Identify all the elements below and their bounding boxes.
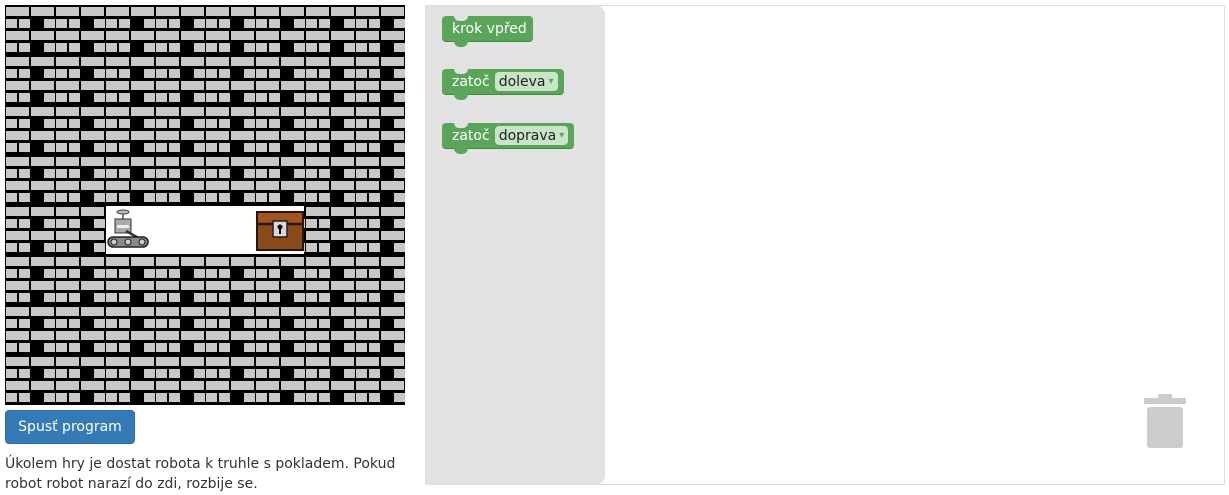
wall-tile (105, 155, 155, 205)
wall-tile (355, 255, 405, 305)
trash-icon[interactable] (1144, 394, 1186, 450)
block-move-forward[interactable]: krok vpřed (442, 16, 533, 47)
wall-tile (155, 155, 205, 205)
wall-tile (205, 355, 255, 405)
wall-tile (255, 305, 305, 355)
blockly-workspace[interactable]: krok vpřed zatoč doleva ▾ zatoč doprava … (425, 5, 1225, 485)
wall-tile (105, 55, 155, 105)
wall-tile (5, 255, 55, 305)
wall-tile (255, 5, 305, 55)
wall-tile (155, 355, 205, 405)
block-toolbox: krok vpřed zatoč doleva ▾ zatoč doprava … (426, 6, 605, 484)
wall-tile (105, 355, 155, 405)
wall-tile (105, 305, 155, 355)
wall-tile (355, 355, 405, 405)
wall-tile (55, 205, 105, 255)
chevron-down-icon: ▾ (559, 130, 565, 141)
run-program-button[interactable]: Spusť program (5, 410, 135, 444)
wall-tile (155, 255, 205, 305)
wall-tile (305, 255, 355, 305)
wall-tile (305, 55, 355, 105)
wall-tile (305, 5, 355, 55)
wall-tile (205, 5, 255, 55)
wall-tile (205, 105, 255, 155)
wall-tile (305, 155, 355, 205)
wall-tile (205, 55, 255, 105)
block-turn-right[interactable]: zatoč doprava ▾ (442, 123, 575, 154)
wall-tile (155, 305, 205, 355)
wall-tile (205, 255, 255, 305)
maze-board (5, 5, 405, 405)
wall-tile (355, 105, 405, 155)
wall-tile (5, 55, 55, 105)
block-label: zatoč (452, 73, 490, 90)
wall-tile (305, 205, 355, 255)
wall-tile (305, 355, 355, 405)
robot-icon (107, 209, 149, 248)
wall-tile (5, 105, 55, 155)
dropdown-value: doprava (498, 127, 557, 144)
wall-tile (305, 305, 355, 355)
block-label: krok vpřed (452, 20, 527, 37)
chevron-down-icon: ▾ (548, 76, 554, 87)
wall-tile (255, 155, 305, 205)
task-description: Úkolem hry je dostat robota k truhle s p… (5, 456, 396, 492)
wall-tile (355, 155, 405, 205)
wall-tile (255, 355, 305, 405)
wall-tile (55, 5, 105, 55)
wall-tile (55, 255, 105, 305)
wall-tile (55, 55, 105, 105)
direction-dropdown[interactable]: doleva ▾ (494, 72, 558, 91)
wall-tile (155, 5, 205, 55)
wall-tile (155, 105, 205, 155)
wall-tile (355, 55, 405, 105)
block-turn-left[interactable]: zatoč doleva ▾ (442, 69, 564, 100)
wall-tile (55, 305, 105, 355)
wall-tile (5, 155, 55, 205)
wall-tile (305, 105, 355, 155)
wall-tile (155, 55, 205, 105)
direction-dropdown[interactable]: doprava ▾ (494, 126, 569, 145)
wall-tile (205, 305, 255, 355)
wall-tile (355, 5, 405, 55)
wall-tile (355, 305, 405, 355)
dropdown-value: doleva (498, 73, 546, 90)
wall-tile (205, 155, 255, 205)
block-label: zatoč (452, 127, 490, 144)
treasure-chest-icon (256, 211, 304, 251)
wall-tile (255, 255, 305, 305)
wall-tile (55, 355, 105, 405)
wall-tile (255, 55, 305, 105)
wall-tile (55, 155, 105, 205)
wall-tile (55, 105, 105, 155)
wall-tile (255, 105, 305, 155)
wall-tile (5, 305, 55, 355)
wall-tile (105, 255, 155, 305)
wall-tile (5, 205, 55, 255)
wall-tile (355, 205, 405, 255)
wall-tile (105, 5, 155, 55)
wall-tile (105, 105, 155, 155)
wall-tile (5, 355, 55, 405)
wall-tile (5, 5, 55, 55)
